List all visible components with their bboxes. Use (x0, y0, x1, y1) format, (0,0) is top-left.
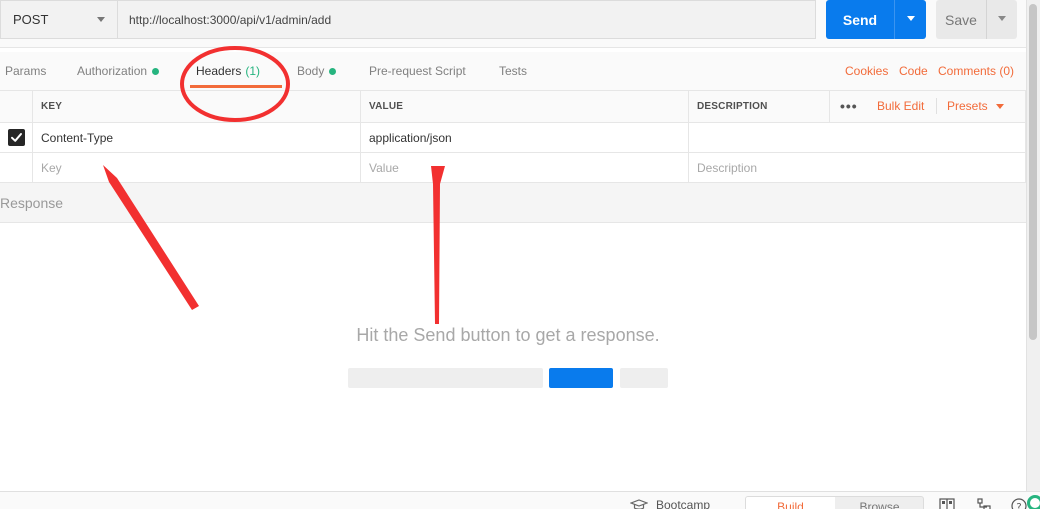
row-checkbox-cell (0, 123, 32, 152)
tab-label: Tests (499, 64, 528, 78)
url-input[interactable]: http://localhost:3000/api/v1/admin/add (117, 0, 816, 39)
table-row: Content-Type application/json (0, 123, 1026, 153)
tab-label: Params (5, 64, 47, 78)
status-dot-icon (152, 67, 160, 75)
send-button[interactable]: Send (826, 0, 926, 39)
header-description-field[interactable] (688, 123, 1026, 152)
bootcamp-label: Bootcamp (656, 498, 711, 509)
chevron-down-icon (995, 103, 1004, 109)
status-dot-icon (329, 67, 337, 75)
new-key-input[interactable]: Key (32, 153, 360, 182)
send-label: Send (842, 11, 878, 28)
placeholder-bar-accent (549, 368, 613, 388)
row-checkbox-cell (0, 153, 32, 182)
save-options-button[interactable] (986, 0, 1017, 39)
presets-label: Presets (947, 99, 988, 113)
empty-response-message: Hit the Send button to get a response. (356, 325, 660, 345)
postman-window: POST http://localhost:3000/api/v1/admin/… (0, 0, 1040, 509)
response-header: Response (0, 183, 1026, 223)
request-bar: POST http://localhost:3000/api/v1/admin/… (0, 0, 1026, 48)
scrollbar-thumb[interactable] (1029, 4, 1037, 340)
response-panel (0, 223, 1026, 491)
notification-badge-icon[interactable] (1026, 494, 1040, 509)
chevron-down-icon (907, 16, 915, 21)
status-bar: Bootcamp Build Browse ? (0, 491, 1040, 509)
chevron-down-icon (97, 17, 105, 22)
bootcamp-link[interactable]: Bootcamp (630, 498, 710, 509)
method-select[interactable]: POST (0, 0, 117, 39)
tab-label: Pre-request Script (369, 64, 466, 78)
table-row-new: Key Value Description (0, 153, 1026, 183)
table-header-actions: ••• Bulk Edit Presets (829, 90, 1026, 122)
divider (936, 98, 937, 114)
tab-params[interactable]: Params (5, 52, 46, 90)
bulk-edit-link[interactable]: Bulk Edit (877, 90, 924, 122)
browse-tab[interactable]: Browse (835, 497, 923, 509)
url-value: http://localhost:3000/api/v1/admin/add (129, 12, 332, 27)
tab-label: Body (297, 64, 325, 78)
cookies-link[interactable]: Cookies (845, 52, 888, 90)
tab-pre-request-script[interactable]: Pre-request Script (369, 52, 466, 90)
presets-dropdown[interactable]: Presets (947, 90, 1004, 122)
placeholder-bar (348, 368, 543, 388)
two-pane-icon[interactable] (939, 498, 955, 509)
header-key-field[interactable]: Content-Type (32, 123, 360, 152)
keyboard-shortcuts-icon[interactable] (975, 498, 991, 509)
svg-text:?: ? (1016, 502, 1021, 509)
tab-label: Authorization (77, 64, 148, 78)
build-browse-toggle: Build Browse (745, 496, 924, 509)
help-icon[interactable]: ? (1011, 498, 1027, 509)
row-enabled-checkbox[interactable] (7, 129, 25, 146)
placeholder-bar (620, 368, 668, 388)
chevron-down-icon (998, 16, 1006, 21)
graduation-cap-icon (630, 499, 648, 509)
save-label: Save (945, 11, 977, 28)
save-button[interactable]: Save (936, 0, 1017, 39)
column-header-key: KEY (32, 91, 360, 122)
tab-authorization[interactable]: Authorization (77, 52, 160, 90)
column-header-value: VALUE (360, 91, 688, 122)
code-link[interactable]: Code (899, 52, 928, 90)
build-tab[interactable]: Build (746, 497, 835, 509)
response-title: Response (0, 194, 64, 211)
tab-label: Headers (196, 64, 242, 78)
send-options-button[interactable] (894, 0, 926, 39)
method-value: POST (13, 12, 49, 27)
active-tab-underline (190, 85, 282, 88)
comments-link[interactable]: Comments (0) (938, 52, 1014, 90)
checkmark-icon (10, 133, 22, 142)
tab-count: (1) (245, 64, 261, 78)
header-value-field[interactable]: application/json (360, 123, 688, 152)
new-description-input[interactable]: Description (688, 153, 1026, 182)
new-value-input[interactable]: Value (360, 153, 688, 182)
tab-tests[interactable]: Tests (499, 52, 527, 90)
tab-body[interactable]: Body (297, 52, 337, 90)
more-options-icon[interactable]: ••• (840, 90, 858, 122)
header-check-cell (0, 91, 32, 122)
